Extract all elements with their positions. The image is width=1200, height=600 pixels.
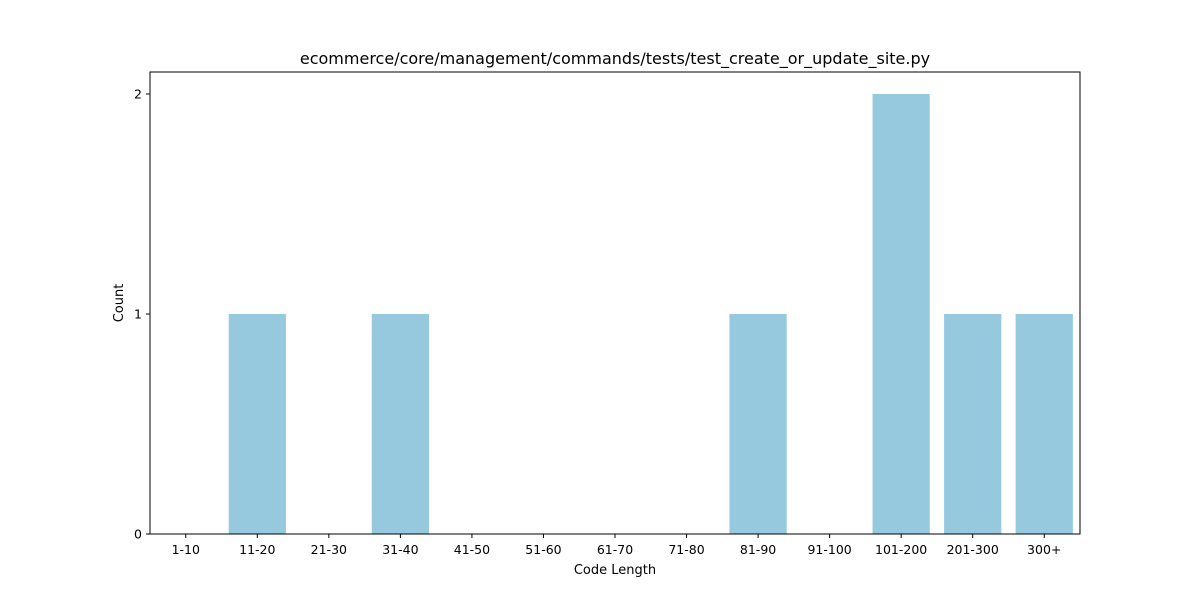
- bar-101-200: [872, 94, 930, 534]
- chart-title: ecommerce/core/management/commands/tests…: [300, 49, 930, 69]
- y-tick-label: 1: [134, 307, 142, 322]
- bar-81-90: [729, 314, 787, 534]
- bar-300+: [1015, 314, 1073, 534]
- y-axis-label: Count: [112, 284, 127, 323]
- y-tick-label: 2: [134, 87, 142, 102]
- x-tick-label: 41-50: [454, 542, 490, 557]
- x-tick-label: 91-100: [807, 542, 851, 557]
- x-axis-ticks: 1-10 11-20 21-30 31-40 41-50 51-60 61-70 71-80 8…: [172, 534, 1061, 557]
- y-axis-ticks: 0 1 2: [134, 87, 150, 542]
- x-tick-label: 61-70: [597, 542, 633, 557]
- x-tick-label: 71-80: [668, 542, 704, 557]
- x-tick-label: 1-10: [172, 542, 200, 557]
- plot-frame: [149, 71, 1081, 535]
- x-tick-label: 51-60: [525, 542, 561, 557]
- x-tick-label: 21-30: [311, 542, 347, 557]
- bar-201-300: [944, 314, 1002, 534]
- bar-chart: ecommerce/core/management/commands/tests…: [112, 49, 1081, 578]
- y-tick-label: 0: [134, 527, 142, 542]
- x-tick-label: 11-20: [239, 542, 275, 557]
- x-axis-label: Code Length: [574, 563, 656, 578]
- x-tick-label: 101-200: [875, 542, 927, 557]
- bar-31-40: [371, 314, 429, 534]
- bars-group: [228, 94, 1073, 534]
- x-tick-label: 201-300: [947, 542, 999, 557]
- x-tick-label: 31-40: [382, 542, 418, 557]
- x-tick-label: 81-90: [740, 542, 776, 557]
- bar-11-20: [228, 314, 286, 534]
- x-tick-label: 300+: [1027, 542, 1061, 557]
